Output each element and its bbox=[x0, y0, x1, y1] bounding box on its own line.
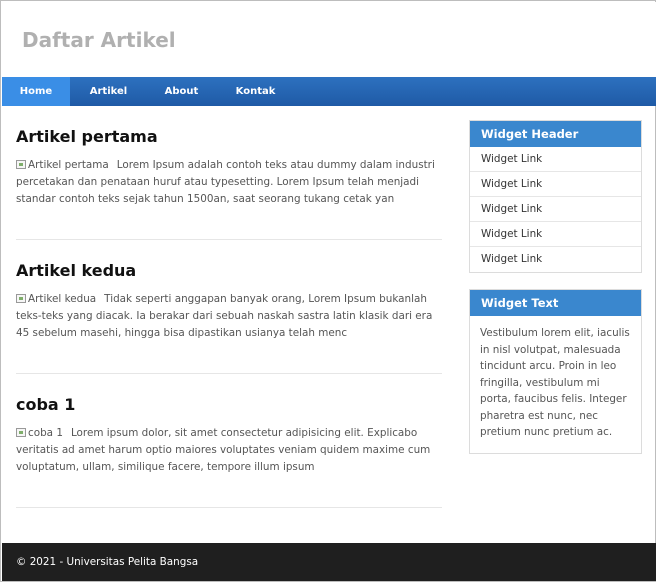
article-image-alt: Artikel pertama bbox=[28, 159, 109, 171]
article-image: Artikel kedua bbox=[16, 291, 96, 308]
article-title[interactable]: Artikel pertama bbox=[16, 126, 442, 148]
widget-link[interactable]: Widget Link bbox=[470, 247, 641, 272]
widget-text-header: Widget Text bbox=[470, 290, 641, 316]
nav-item-artikel[interactable]: Artikel bbox=[70, 77, 147, 106]
site-footer: © 2021 - Universitas Pelita Bangsa bbox=[2, 543, 656, 581]
article-excerpt: Lorem ipsum dolor, sit amet consectetur … bbox=[16, 427, 431, 473]
nav-item-home[interactable]: Home bbox=[2, 77, 70, 106]
article-list: Artikel pertama Artikel pertama Lorem Ips… bbox=[16, 106, 442, 508]
article-body: Artikel kedua Tidak seperti anggapan bany… bbox=[16, 291, 442, 342]
article-item: Artikel pertama Artikel pertama Lorem Ips… bbox=[16, 106, 442, 240]
article-item: coba 1 coba 1 Lorem ipsum dolor, sit amet… bbox=[16, 374, 442, 508]
site-title: Daftar Artikel bbox=[22, 28, 176, 52]
broken-image-icon bbox=[16, 428, 26, 437]
broken-image-icon bbox=[16, 160, 26, 169]
article-image: Artikel pertama bbox=[16, 157, 109, 174]
article-title[interactable]: coba 1 bbox=[16, 394, 442, 416]
article-title[interactable]: Artikel kedua bbox=[16, 260, 442, 282]
widget-link[interactable]: Widget Link bbox=[470, 197, 641, 222]
broken-image-icon bbox=[16, 294, 26, 303]
nav-item-kontak[interactable]: Kontak bbox=[216, 77, 295, 106]
article-image: coba 1 bbox=[16, 425, 63, 442]
article-body: coba 1 Lorem ipsum dolor, sit amet consec… bbox=[16, 425, 442, 476]
sidebar: Widget Header Widget Link Widget Link Wi… bbox=[469, 120, 642, 454]
article-image-alt: coba 1 bbox=[28, 427, 63, 439]
article-image-alt: Artikel kedua bbox=[28, 293, 97, 305]
page: Daftar Artikel Home Artikel About Kontak… bbox=[0, 0, 656, 582]
nav-item-about[interactable]: About bbox=[147, 77, 216, 106]
widget-text-body: Vestibulum lorem elit, iaculis in nisl v… bbox=[480, 327, 630, 438]
site-header: Daftar Artikel bbox=[2, 2, 656, 77]
widget-link[interactable]: Widget Link bbox=[470, 222, 641, 247]
widget-header: Widget Header bbox=[470, 121, 641, 147]
widget-link[interactable]: Widget Link bbox=[470, 147, 641, 172]
main-nav: Home Artikel About Kontak bbox=[2, 77, 656, 106]
article-item: Artikel kedua Artikel kedua Tidak seperti… bbox=[16, 240, 442, 374]
footer-copyright: © 2021 - Universitas Pelita Bangsa bbox=[16, 556, 199, 568]
article-body: Artikel pertama Lorem Ipsum adalah contoh… bbox=[16, 157, 442, 208]
widget-links: Widget Header Widget Link Widget Link Wi… bbox=[469, 120, 642, 273]
widget-text: Widget Text Vestibulum lorem elit, iacul… bbox=[469, 289, 642, 454]
widget-link[interactable]: Widget Link bbox=[470, 172, 641, 197]
